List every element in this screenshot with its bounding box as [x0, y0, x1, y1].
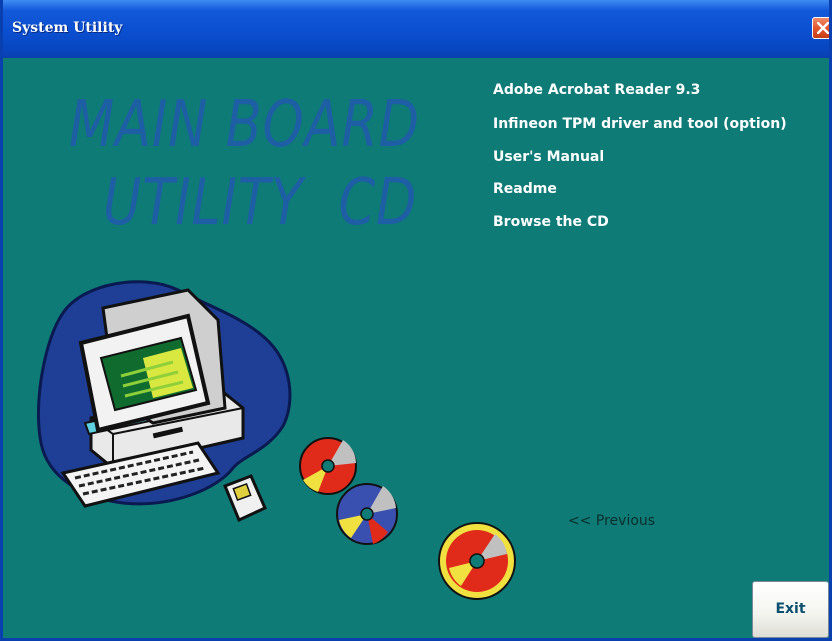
- close-button[interactable]: [812, 17, 829, 39]
- window-title: System Utility: [12, 20, 123, 36]
- cd-disc-icon: [299, 437, 357, 495]
- main-panel: MAIN BOARD UTILITY CD Adobe Acrobat Read…: [3, 58, 829, 638]
- cd-disc-icon: [438, 522, 516, 600]
- title-bar[interactable]: System Utility: [3, 0, 829, 58]
- exit-button[interactable]: Exit: [752, 581, 829, 638]
- computer-illustration: [37, 280, 516, 600]
- cd-disc-icon: [336, 483, 398, 545]
- previous-link[interactable]: << Previous: [568, 513, 655, 529]
- close-icon: [817, 22, 829, 34]
- application-window: System Utility MAIN BOARD UTILITY CD Ado…: [0, 0, 832, 641]
